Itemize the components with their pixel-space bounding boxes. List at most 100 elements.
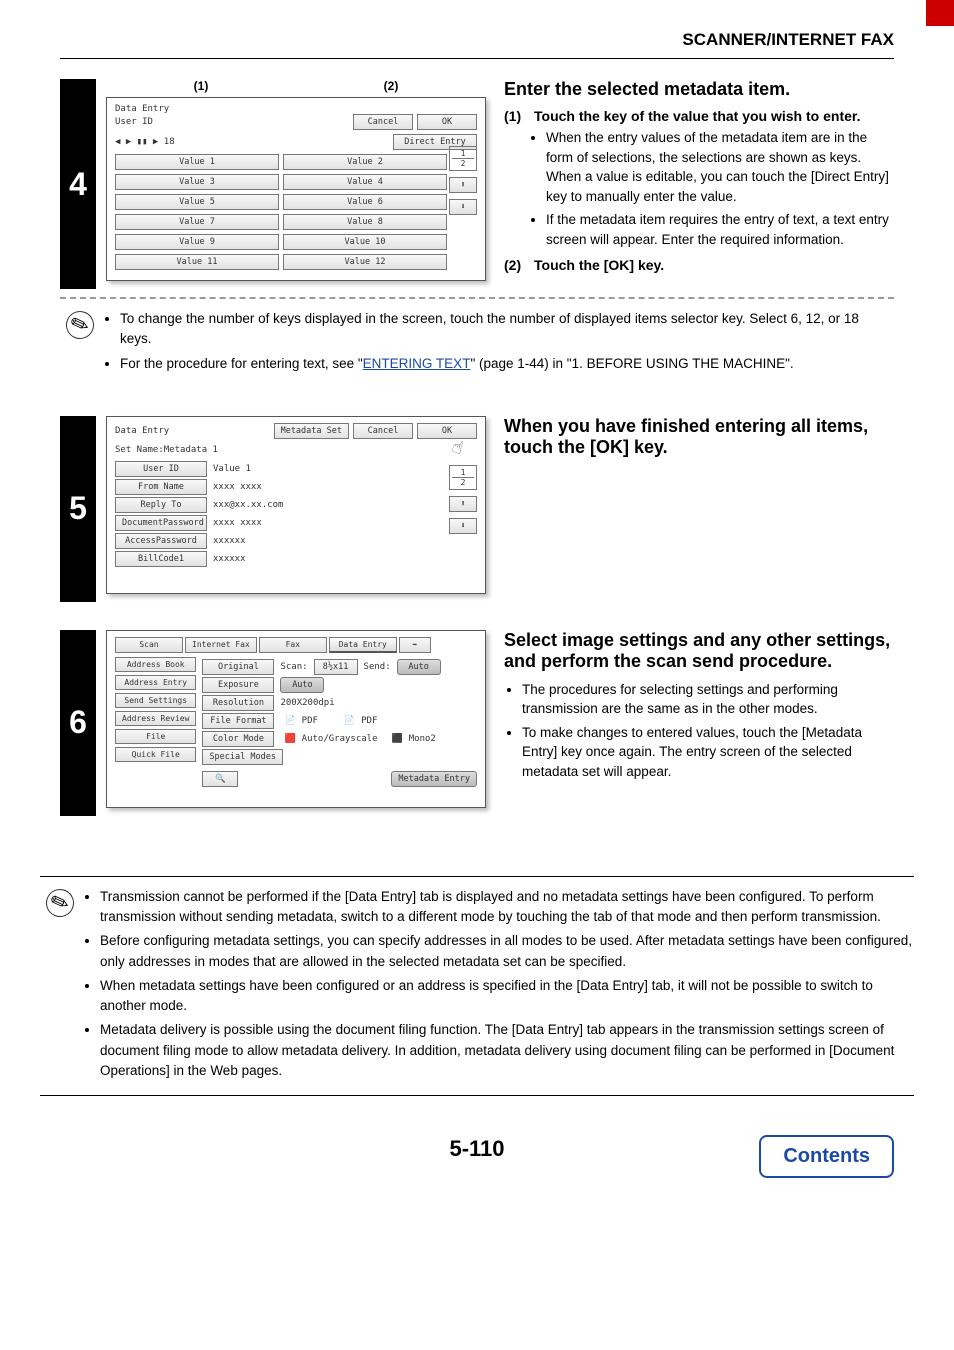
page-header: SCANNER/INTERNET FAX xyxy=(0,0,954,54)
step4-heading: Enter the selected metadata item. xyxy=(504,79,894,100)
panel-title: Data Entry xyxy=(115,426,270,436)
bullet: The procedures for selecting settings an… xyxy=(522,680,894,719)
bullet: To make changes to entered values, touch… xyxy=(522,723,894,782)
arrow-down-button[interactable]: ⬇ xyxy=(449,518,477,534)
pager-current: 1 xyxy=(452,149,474,158)
preview-icon-button[interactable]: 🔍 xyxy=(202,771,238,787)
step-number-5: 5 xyxy=(60,416,96,602)
row-label[interactable]: Original xyxy=(202,659,274,675)
field-button[interactable]: Reply To xyxy=(115,497,207,513)
side-button[interactable]: Address Review xyxy=(115,711,196,726)
scan-value[interactable]: 8½x11 xyxy=(314,659,358,675)
entering-text-link[interactable]: ENTERING TEXT xyxy=(363,356,471,371)
marker-2: (2) xyxy=(384,79,399,93)
ok-button[interactable]: OK xyxy=(417,114,477,130)
row-label[interactable]: Exposure xyxy=(202,677,274,693)
value-key[interactable]: Value 6 xyxy=(283,194,447,210)
substep-text-2: Touch the [OK] key. xyxy=(534,257,664,273)
field-button[interactable]: User ID xyxy=(115,461,207,477)
row-label[interactable]: File Format xyxy=(202,713,274,729)
step4-note: ✎ To change the number of keys displayed… xyxy=(60,309,894,378)
step4-panel: Data Entry User ID Cancel OK ◀ ▶ ▮▮ ▶ 18… xyxy=(106,97,486,281)
cancel-button[interactable]: Cancel xyxy=(353,423,413,439)
note-bullet: When metadata settings have been configu… xyxy=(100,976,914,1017)
value-key[interactable]: Value 5 xyxy=(115,194,279,210)
side-button[interactable]: Send Settings xyxy=(115,693,196,708)
step-4: 4 (1) (2) Data Entry User ID Cancel OK ◀… xyxy=(60,79,894,289)
metadata-set-button[interactable]: Metadata Set xyxy=(274,423,349,439)
field-button[interactable]: AccessPassword xyxy=(115,533,207,549)
row-label[interactable]: Special Modes xyxy=(202,749,283,765)
arrow-up-button[interactable]: ⬆ xyxy=(449,177,477,193)
page-sel[interactable]: 18 xyxy=(164,137,175,147)
value-key[interactable]: Value 8 xyxy=(283,214,447,230)
step-number-6: 6 xyxy=(60,630,96,816)
cancel-button[interactable]: Cancel xyxy=(353,114,413,130)
tab-fax[interactable]: Fax xyxy=(259,637,327,653)
note-bullet: Metadata delivery is possible using the … xyxy=(100,1020,914,1081)
step-6: 6 Scan Internet Fax Fax Data Entry ➡ Add… xyxy=(60,630,894,816)
note-icon: ✎ xyxy=(60,309,100,339)
value-key[interactable]: Value 1 xyxy=(115,154,279,170)
resolution-value: 200X200dpi xyxy=(280,698,334,708)
tab-data-entry[interactable]: Data Entry xyxy=(329,637,397,653)
pager-total: 2 xyxy=(452,477,474,487)
exposure-value[interactable]: Auto xyxy=(280,677,324,693)
substep-num-2: (2) xyxy=(504,257,534,273)
scan-label: Scan: xyxy=(280,662,307,672)
bullet: When the entry values of the metadata it… xyxy=(546,128,894,206)
pager-total: 2 xyxy=(452,158,474,168)
send-label: Send: xyxy=(364,662,391,672)
row-label[interactable]: Resolution xyxy=(202,695,274,711)
note-bullet: For the procedure for entering text, see… xyxy=(120,354,894,374)
note-bullet: Transmission cannot be performed if the … xyxy=(100,887,914,928)
value-key[interactable]: Value 9 xyxy=(115,234,279,250)
header-rule xyxy=(60,58,894,59)
value-key[interactable]: Value 10 xyxy=(283,234,447,250)
field-value: Value 1 xyxy=(213,464,251,474)
value-key[interactable]: Value 4 xyxy=(283,174,447,190)
arrow-down-button[interactable]: ⬇ xyxy=(449,199,477,215)
row-label[interactable]: Color Mode xyxy=(202,731,274,747)
side-button[interactable]: Address Book xyxy=(115,657,196,672)
set-name: Set Name:Metadata 1 xyxy=(115,445,477,455)
value-key[interactable]: Value 3 xyxy=(115,174,279,190)
value-key[interactable]: Value 7 xyxy=(115,214,279,230)
substep-num-1: (1) xyxy=(504,108,534,124)
note-icon: ✎ xyxy=(40,887,80,917)
step6-heading: Select image settings and any other sett… xyxy=(504,630,894,672)
tab-ifax[interactable]: Internet Fax xyxy=(185,637,257,653)
bottom-notes: ✎ Transmission cannot be performed if th… xyxy=(40,887,914,1085)
arrow-up-button[interactable]: ⬆ xyxy=(449,496,477,512)
tab-scan[interactable]: Scan xyxy=(115,637,183,653)
marker-1: (1) xyxy=(194,79,209,93)
value-key[interactable]: Value 11 xyxy=(115,254,279,270)
field-button[interactable]: BillCode1 xyxy=(115,551,207,567)
field-button[interactable]: DocumentPassword xyxy=(115,515,207,531)
side-button[interactable]: File xyxy=(115,729,196,744)
side-button[interactable]: Address Entry xyxy=(115,675,196,690)
field-value: xxxx xxxx xyxy=(213,482,262,492)
side-button[interactable]: Quick File xyxy=(115,747,196,762)
panel-title: Data Entry xyxy=(115,104,477,114)
panel-subtitle: User ID xyxy=(115,117,349,127)
pager-current: 1 xyxy=(452,468,474,477)
tab-more[interactable]: ➡ xyxy=(399,637,431,653)
field-value: xxx@xx.xx.com xyxy=(213,500,283,510)
step-5: 5 Data Entry Metadata Set Cancel OK ☝ Se… xyxy=(60,416,894,602)
note-bullet: Before configuring metadata settings, yo… xyxy=(100,931,914,972)
ff-v2: PDF xyxy=(361,716,377,726)
value-key[interactable]: Value 2 xyxy=(283,154,447,170)
cm-v2: Mono2 xyxy=(409,734,436,744)
contents-button[interactable]: Contents xyxy=(759,1135,894,1178)
note-bullet: To change the number of keys displayed i… xyxy=(120,309,894,350)
metadata-entry-button[interactable]: Metadata Entry xyxy=(391,771,477,787)
cm-v1: Auto/Grayscale xyxy=(302,734,378,744)
dashed-separator xyxy=(60,297,894,299)
step5-heading: When you have finished entering all item… xyxy=(504,416,894,458)
send-value[interactable]: Auto xyxy=(397,659,441,675)
red-corner xyxy=(926,0,954,26)
value-key[interactable]: Value 12 xyxy=(283,254,447,270)
field-button[interactable]: From Name xyxy=(115,479,207,495)
ok-button[interactable]: OK xyxy=(417,423,477,439)
